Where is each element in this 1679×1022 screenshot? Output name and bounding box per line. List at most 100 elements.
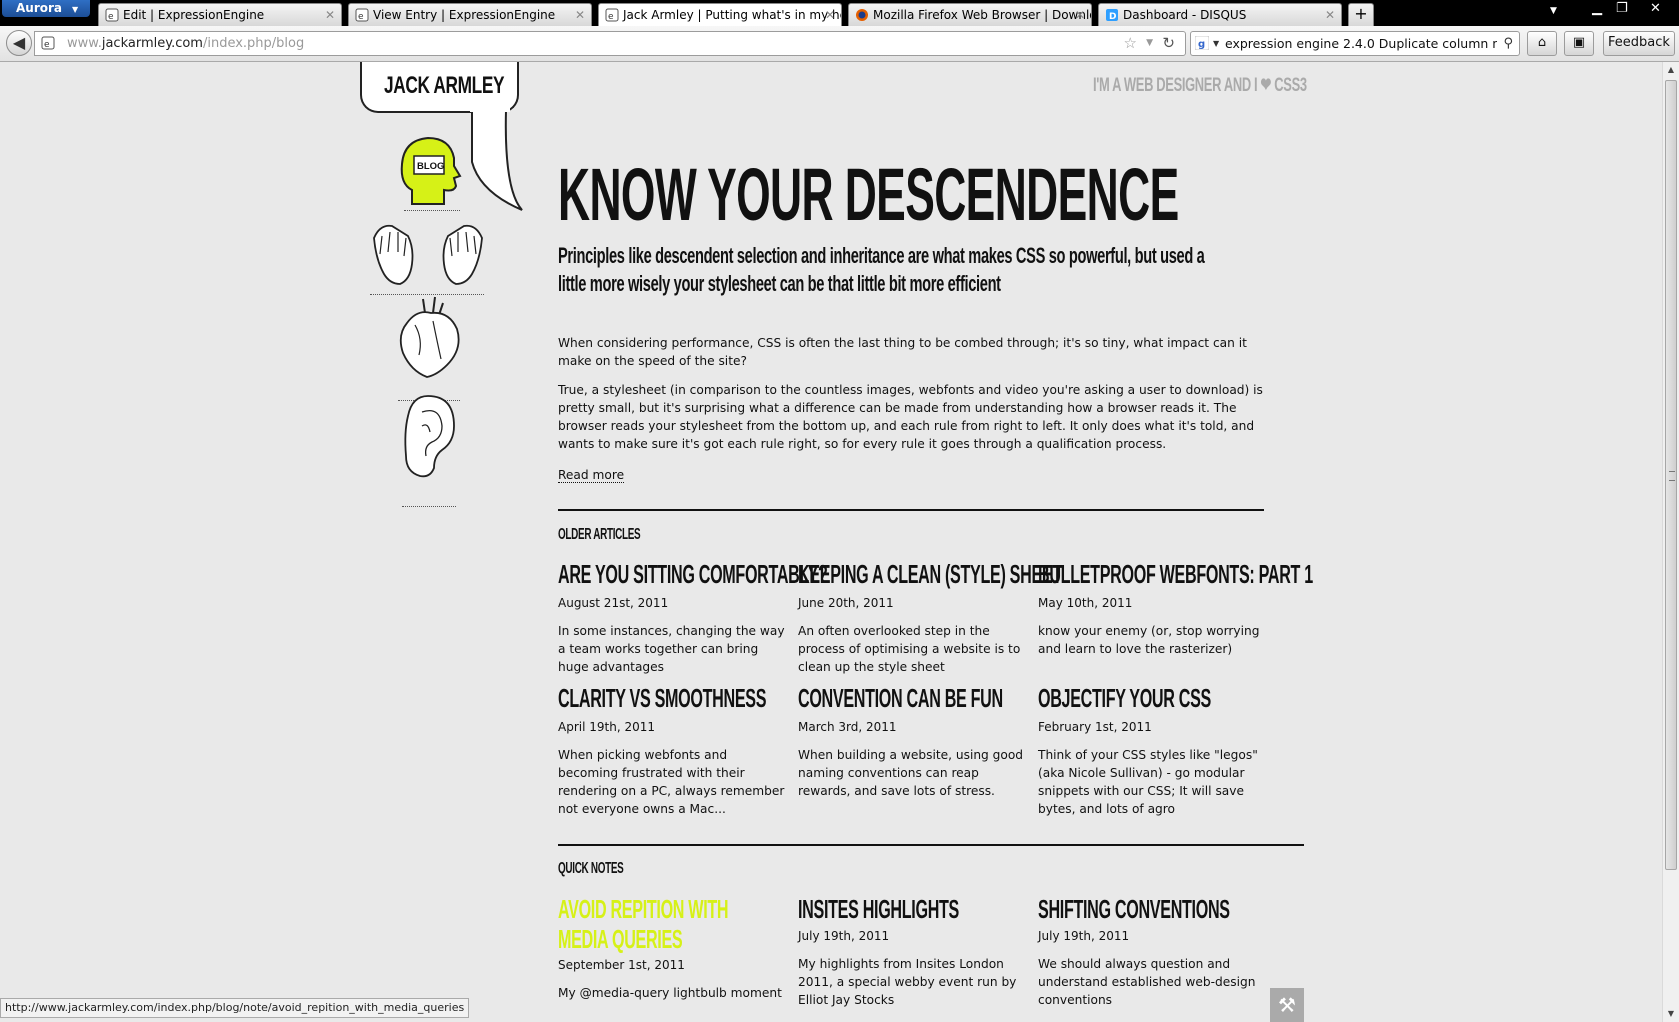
nav-ear[interactable]: [400, 392, 458, 484]
grip-icon: [1669, 471, 1675, 481]
quick-notes-heading: QUICK NOTES: [558, 860, 624, 877]
older-article-date: May 10th, 2011: [1038, 596, 1133, 610]
quick-note-title[interactable]: SHIFTING CONVENTIONS: [1038, 894, 1261, 924]
nav-divider: [404, 210, 460, 211]
older-article-date: March 3rd, 2011: [798, 720, 897, 734]
scrollbar-thumb[interactable]: [1665, 80, 1677, 870]
app-menu-button[interactable]: Aurora ▼: [2, 0, 90, 17]
scroll-up-arrow-icon[interactable]: ▲: [1663, 62, 1679, 78]
quick-note-excerpt: My highlights from Insites London 2011, …: [798, 957, 1017, 1007]
older-article-title[interactable]: BULLETPROOF WEBFONTS: PART 1: [1038, 559, 1313, 590]
tab-disqus-dashboard[interactable]: D Dashboard - DISQUS ✕: [1098, 3, 1342, 26]
tab-edit-expressionengine[interactable]: e Edit | ExpressionEngine ✕: [98, 3, 342, 26]
page-viewport: JACK ARMLEY I'M A WEB DESIGNER AND I ❤ C…: [0, 62, 1662, 1022]
close-icon[interactable]: ✕: [325, 4, 335, 26]
window-close-icon[interactable]: ✕: [1650, 1, 1661, 16]
tab-firefox-download[interactable]: Mozilla Firefox Web Browser | Downlo... …: [848, 3, 1092, 26]
tab-strip: Aurora ▼ e Edit | ExpressionEngine ✕ e Vi…: [0, 0, 1679, 26]
plus-icon: +: [1354, 4, 1368, 23]
url-prefix: www.: [67, 36, 102, 51]
tab-list-icon[interactable]: ▼: [1550, 6, 1557, 16]
quick-note-excerpt: We should always question and understand…: [1038, 957, 1256, 1007]
older-article-excerpt: Think of your CSS styles like "legos" (a…: [1038, 748, 1258, 816]
search-input[interactable]: expression engine 2.4.0 Duplicate column…: [1225, 32, 1497, 55]
older-article-title[interactable]: KEEPING A CLEAN (STYLE) SHEET: [798, 559, 1062, 590]
article-paragraph: True, a stylesheet (in comparison to the…: [558, 383, 1263, 451]
older-article-title[interactable]: CLARITY VS SMOOTHNESS: [558, 683, 766, 714]
older-article-excerpt: When picking webfonts and becoming frust…: [558, 748, 785, 816]
quick-note-date: September 1st, 2011: [558, 958, 685, 972]
google-icon[interactable]: g: [1195, 36, 1209, 50]
home-icon: ⌂: [1537, 35, 1547, 50]
tab-jack-armley[interactable]: e Jack Armley | Putting what's in my he.…: [598, 3, 842, 26]
article-title[interactable]: KNOW YOUR DESCENDENCE: [558, 152, 1179, 237]
app-menu-label: Aurora: [16, 1, 63, 15]
close-icon[interactable]: ✕: [1075, 4, 1085, 26]
new-tab-button[interactable]: +: [1348, 3, 1374, 26]
quick-note-excerpt: My @media-query lightbulb moment: [558, 986, 782, 1000]
navigation-toolbar: ◀ e www.jackarmley.com/index.php/blog ☆ …: [0, 26, 1679, 70]
older-article-excerpt: know your enemy (or, stop worrying and l…: [1038, 624, 1260, 656]
older-article-date: February 1st, 2011: [1038, 720, 1152, 734]
chevron-down-icon: ▼: [72, 5, 79, 14]
article-paragraph: When considering performance, CSS is oft…: [558, 336, 1247, 368]
url-bar[interactable]: e www.jackarmley.com/index.php/blog ☆ ▼ …: [34, 31, 1186, 56]
tab-groups-icon: ▣: [1572, 35, 1586, 50]
disqus-icon: D: [1106, 9, 1118, 22]
site-logo[interactable]: JACK ARMLEY: [384, 72, 505, 100]
ear-icon: [404, 395, 455, 478]
vertical-scrollbar[interactable]: ▲ ▼: [1662, 62, 1679, 1022]
older-article-title[interactable]: CONVENTION CAN BE FUN: [798, 683, 1003, 714]
hammer-icon: ⚒: [1278, 993, 1296, 1017]
site-tagline: I'M A WEB DESIGNER AND I ❤ CSS3: [1093, 75, 1307, 96]
older-article-title[interactable]: OBJECTIFY YOUR CSS: [1038, 683, 1211, 714]
status-bar: http://www.jackarmley.com/index.php/blog…: [0, 998, 470, 1018]
tab-view-entry[interactable]: e View Entry | ExpressionEngine ✕: [348, 3, 592, 26]
quick-note-title[interactable]: INSITES HIGHLIGHTS: [798, 894, 1021, 924]
reload-icon[interactable]: ↻: [1162, 32, 1175, 55]
url-path: /index.php/blog: [202, 36, 305, 51]
search-icon[interactable]: ⚲: [1503, 32, 1513, 55]
bookmark-star-icon[interactable]: ☆: [1124, 32, 1137, 55]
home-button[interactable]: ⌂: [1527, 31, 1557, 56]
url-text: www.jackarmley.com/index.php/blog: [67, 32, 304, 55]
tab-title: View Entry | ExpressionEngine: [373, 8, 556, 22]
scroll-down-arrow-icon[interactable]: ▼: [1663, 1006, 1679, 1022]
back-button[interactable]: ◀: [6, 30, 32, 56]
minimize-icon[interactable]: ▁: [1592, 1, 1602, 16]
panorama-button[interactable]: ▣: [1564, 31, 1594, 56]
hammer-tool-button[interactable]: ⚒: [1270, 988, 1304, 1022]
close-icon[interactable]: ✕: [575, 4, 585, 26]
page-icon: e: [355, 8, 369, 22]
anatomical-heart-icon: [399, 296, 460, 378]
nav-heart[interactable]: [397, 295, 463, 383]
older-article-excerpt: An often overlooked step in the process …: [798, 624, 1021, 674]
svg-text:e: e: [358, 12, 364, 22]
status-url: http://www.jackarmley.com/index.php/blog…: [5, 1001, 465, 1014]
svg-text:g: g: [1198, 39, 1205, 50]
quick-note-date: July 19th, 2011: [1038, 929, 1130, 943]
feedback-label: Feedback: [1608, 35, 1670, 50]
feedback-button[interactable]: Feedback ▼: [1603, 31, 1675, 70]
nav-hands[interactable]: [370, 218, 486, 292]
tab-title: Jack Armley | Putting what's in my he...: [623, 8, 842, 22]
close-icon[interactable]: ✕: [1325, 4, 1335, 26]
chevron-down-icon[interactable]: ▼: [1213, 32, 1219, 55]
firefox-icon: [856, 9, 868, 21]
history-dropdown-icon[interactable]: ▼: [1146, 32, 1153, 55]
speech-bubble-tail-icon: [470, 102, 523, 211]
close-icon[interactable]: ✕: [825, 4, 835, 26]
quick-note-title[interactable]: AVOID REPITION WITH MEDIA QUERIES: [558, 894, 781, 954]
section-divider: [558, 844, 1304, 846]
page-icon: e: [605, 8, 619, 22]
read-more-link[interactable]: Read more: [558, 468, 625, 483]
section-divider: [558, 509, 1264, 511]
restore-icon[interactable]: ❐: [1616, 1, 1628, 16]
older-article-title[interactable]: ARE YOU SITTING COMFORTABLY?: [558, 559, 828, 590]
nav-divider: [402, 506, 456, 507]
older-article-excerpt: In some instances, changing the way a te…: [558, 624, 785, 674]
nav-blog[interactable]: BLOG: [398, 134, 462, 212]
nav-blog-label: BLOG: [417, 161, 444, 172]
search-bar[interactable]: g ▼ expression engine 2.4.0 Duplicate co…: [1190, 31, 1520, 56]
site-identity-icon[interactable]: e: [41, 36, 55, 50]
